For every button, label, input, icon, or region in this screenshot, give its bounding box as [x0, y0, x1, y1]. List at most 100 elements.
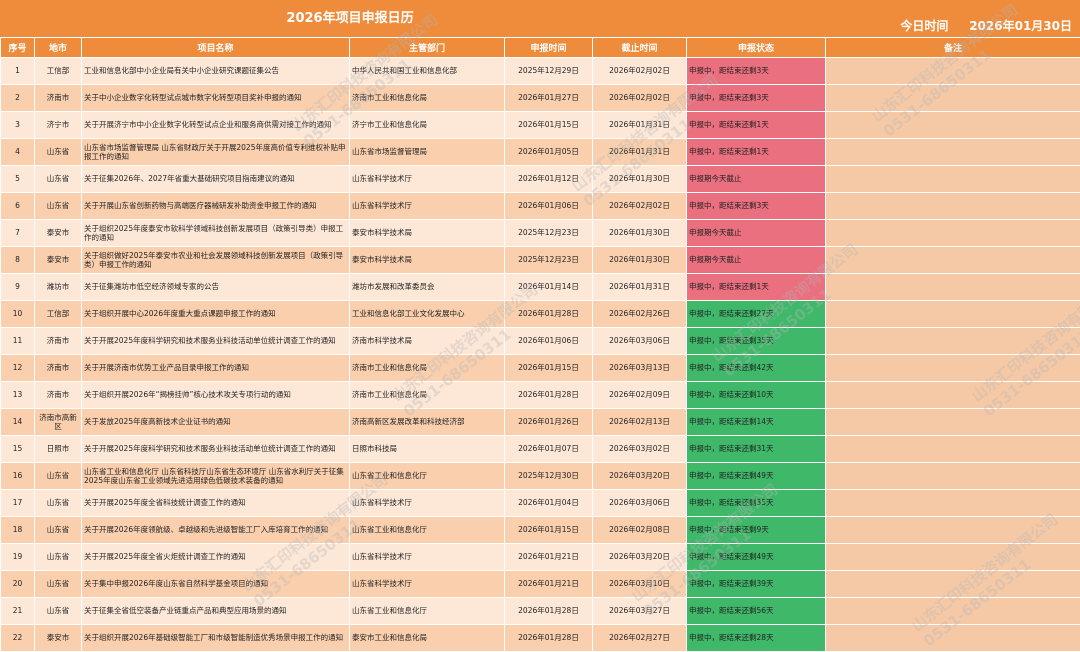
row-city: 济南市 [35, 85, 82, 112]
title-banner: 2026年项目申报日历 今日时间 2026年01月30日 [0, 0, 1080, 37]
row-department: 山东省科学技术厅 [350, 193, 505, 220]
row-note [826, 58, 1080, 85]
col-header-end: 截止时间 [593, 38, 687, 58]
table-body: 1工信部工业和信息化部中小企业局有关中小企业研究课题征集公告中华人民共和国工业和… [1, 58, 1080, 652]
row-end-date: 2026年02月27日 [593, 625, 687, 652]
row-department: 济南市工业和信息化局 [350, 85, 505, 112]
row-status: 申报中，距结束还剩9天 [687, 517, 826, 544]
row-city: 工信部 [35, 58, 82, 85]
table-row: 14济南市高新区关于发放2025年度高新技术企业证书的通知济南高新区发展改革和科… [1, 409, 1080, 436]
row-project-name: 山东省市场监督管理局 山东省财政厅关于开展2025年度高价值专利维权补贴申报工作… [82, 139, 350, 166]
row-department: 泰安市科学技术局 [350, 220, 505, 247]
row-project-name: 山东省工业和信息化厅 山东省科技厅山东省生态环境厅 山东省水利厅关于征集2025… [82, 463, 350, 490]
row-number: 15 [1, 436, 35, 463]
row-end-date: 2026年02月09日 [593, 382, 687, 409]
row-project-name: 关于组织开展中心2026年度重大重点课题申报工作的通知 [82, 301, 350, 328]
row-status: 申报中，距结束还剩1天 [687, 274, 826, 301]
row-note [826, 382, 1080, 409]
row-department: 济宁市工业和信息化局 [350, 112, 505, 139]
table-row: 15日照市关于开展2025年度科学研究和技术服务业科技活动单位统计调查工作的通知… [1, 436, 1080, 463]
row-status: 申报中，距结束还剩56天 [687, 598, 826, 625]
row-number: 3 [1, 112, 35, 139]
col-header-note: 备注 [826, 38, 1080, 58]
row-status: 申报中，距结束还剩28天 [687, 625, 826, 652]
row-end-date: 2026年01月31日 [593, 112, 687, 139]
row-note [826, 436, 1080, 463]
row-number: 7 [1, 220, 35, 247]
row-project-name: 关于征集2026年、2027年省重大基础研究项目指南建议的通知 [82, 166, 350, 193]
row-start-date: 2026年01月07日 [505, 436, 593, 463]
table-row: 6山东省关于开展山东省创新药物与高端医疗器械研发补助资金申报工作的通知山东省科学… [1, 193, 1080, 220]
row-note [826, 544, 1080, 571]
row-status: 申报中，距结束还剩49天 [687, 463, 826, 490]
table-row: 22泰安市关于组织开展2026年基础级智能工厂和市级智能制造优秀场景申报工作的通… [1, 625, 1080, 652]
row-city: 济南市高新区 [35, 409, 82, 436]
row-city: 泰安市 [35, 625, 82, 652]
page-title: 2026年项目申报日历 [0, 0, 700, 37]
row-department: 山东省科学技术厅 [350, 490, 505, 517]
col-header-city: 地市 [35, 38, 82, 58]
row-end-date: 2026年01月30日 [593, 166, 687, 193]
row-end-date: 2026年02月02日 [593, 85, 687, 112]
row-status: 申报中，距结束还剩31天 [687, 436, 826, 463]
table-row: 1工信部工业和信息化部中小企业局有关中小企业研究课题征集公告中华人民共和国工业和… [1, 58, 1080, 85]
row-city: 山东省 [35, 598, 82, 625]
row-city: 济南市 [35, 328, 82, 355]
row-note [826, 85, 1080, 112]
row-number: 18 [1, 517, 35, 544]
table-row: 17山东省关于开展2025年度全省科技统计调查工作的通知山东省科学技术厅2026… [1, 490, 1080, 517]
row-start-date: 2026年01月21日 [505, 571, 593, 598]
row-end-date: 2026年03月06日 [593, 328, 687, 355]
row-status: 申报期今天截止 [687, 247, 826, 274]
row-project-name: 关于集中申报2026年度山东省自然科学基金项目的通知 [82, 571, 350, 598]
table-row: 10工信部关于组织开展中心2026年度重大重点课题申报工作的通知工业和信息化部工… [1, 301, 1080, 328]
row-status: 申报中，距结束还剩42天 [687, 355, 826, 382]
row-start-date: 2026年01月28日 [505, 598, 593, 625]
col-header-no: 序号 [1, 38, 35, 58]
row-city: 山东省 [35, 571, 82, 598]
row-city: 山东省 [35, 544, 82, 571]
row-note [826, 598, 1080, 625]
row-end-date: 2026年03月20日 [593, 544, 687, 571]
row-project-name: 关于组织开展2026年基础级智能工厂和市级智能制造优秀场景申报工作的通知 [82, 625, 350, 652]
row-start-date: 2025年12月30日 [505, 463, 593, 490]
row-note [826, 112, 1080, 139]
row-department: 济南市工业和信息化局 [350, 355, 505, 382]
row-city: 山东省 [35, 166, 82, 193]
row-number: 22 [1, 625, 35, 652]
row-end-date: 2026年03月02日 [593, 436, 687, 463]
row-project-name: 关于开展2025年度全省科技统计调查工作的通知 [82, 490, 350, 517]
table-row: 2济南市关于中小企业数字化转型试点城市数字化转型项目奖补申报的通知济南市工业和信… [1, 85, 1080, 112]
row-number: 17 [1, 490, 35, 517]
row-start-date: 2025年12月29日 [505, 58, 593, 85]
col-header-status: 申报状态 [687, 38, 826, 58]
row-department: 山东省市场监督管理局 [350, 139, 505, 166]
row-department: 济南高新区发展改革和科技经济部 [350, 409, 505, 436]
row-city: 山东省 [35, 463, 82, 490]
row-note [826, 139, 1080, 166]
row-start-date: 2026年01月28日 [505, 625, 593, 652]
row-number: 5 [1, 166, 35, 193]
row-department: 潍坊市发展和改革委员会 [350, 274, 505, 301]
row-end-date: 2026年03月13日 [593, 355, 687, 382]
row-status: 申报中，距结束还剩39天 [687, 571, 826, 598]
row-department: 山东省科学技术厅 [350, 571, 505, 598]
row-start-date: 2026年01月15日 [505, 112, 593, 139]
row-city: 泰安市 [35, 220, 82, 247]
row-start-date: 2026年01月26日 [505, 409, 593, 436]
row-end-date: 2026年02月26日 [593, 301, 687, 328]
row-city: 山东省 [35, 193, 82, 220]
row-start-date: 2026年01月15日 [505, 517, 593, 544]
row-end-date: 2026年01月31日 [593, 274, 687, 301]
row-project-name: 关于发放2025年度高新技术企业证书的通知 [82, 409, 350, 436]
calendar-table: 序号 地市 项目名称 主管部门 申报时间 截止时间 申报状态 备注 1工信部工业… [0, 37, 1080, 652]
row-project-name: 关于征集潍坊市低空经济领域专家的公告 [82, 274, 350, 301]
row-department: 工业和信息化部工业文化发展中心 [350, 301, 505, 328]
row-city: 济宁市 [35, 112, 82, 139]
row-end-date: 2026年03月27日 [593, 598, 687, 625]
table-row: 12济南市关于开展济南市优势工业产品目录申报工作的通知济南市工业和信息化局202… [1, 355, 1080, 382]
row-end-date: 2026年01月30日 [593, 247, 687, 274]
row-department: 中华人民共和国工业和信息化部 [350, 58, 505, 85]
row-note [826, 193, 1080, 220]
row-note [826, 220, 1080, 247]
